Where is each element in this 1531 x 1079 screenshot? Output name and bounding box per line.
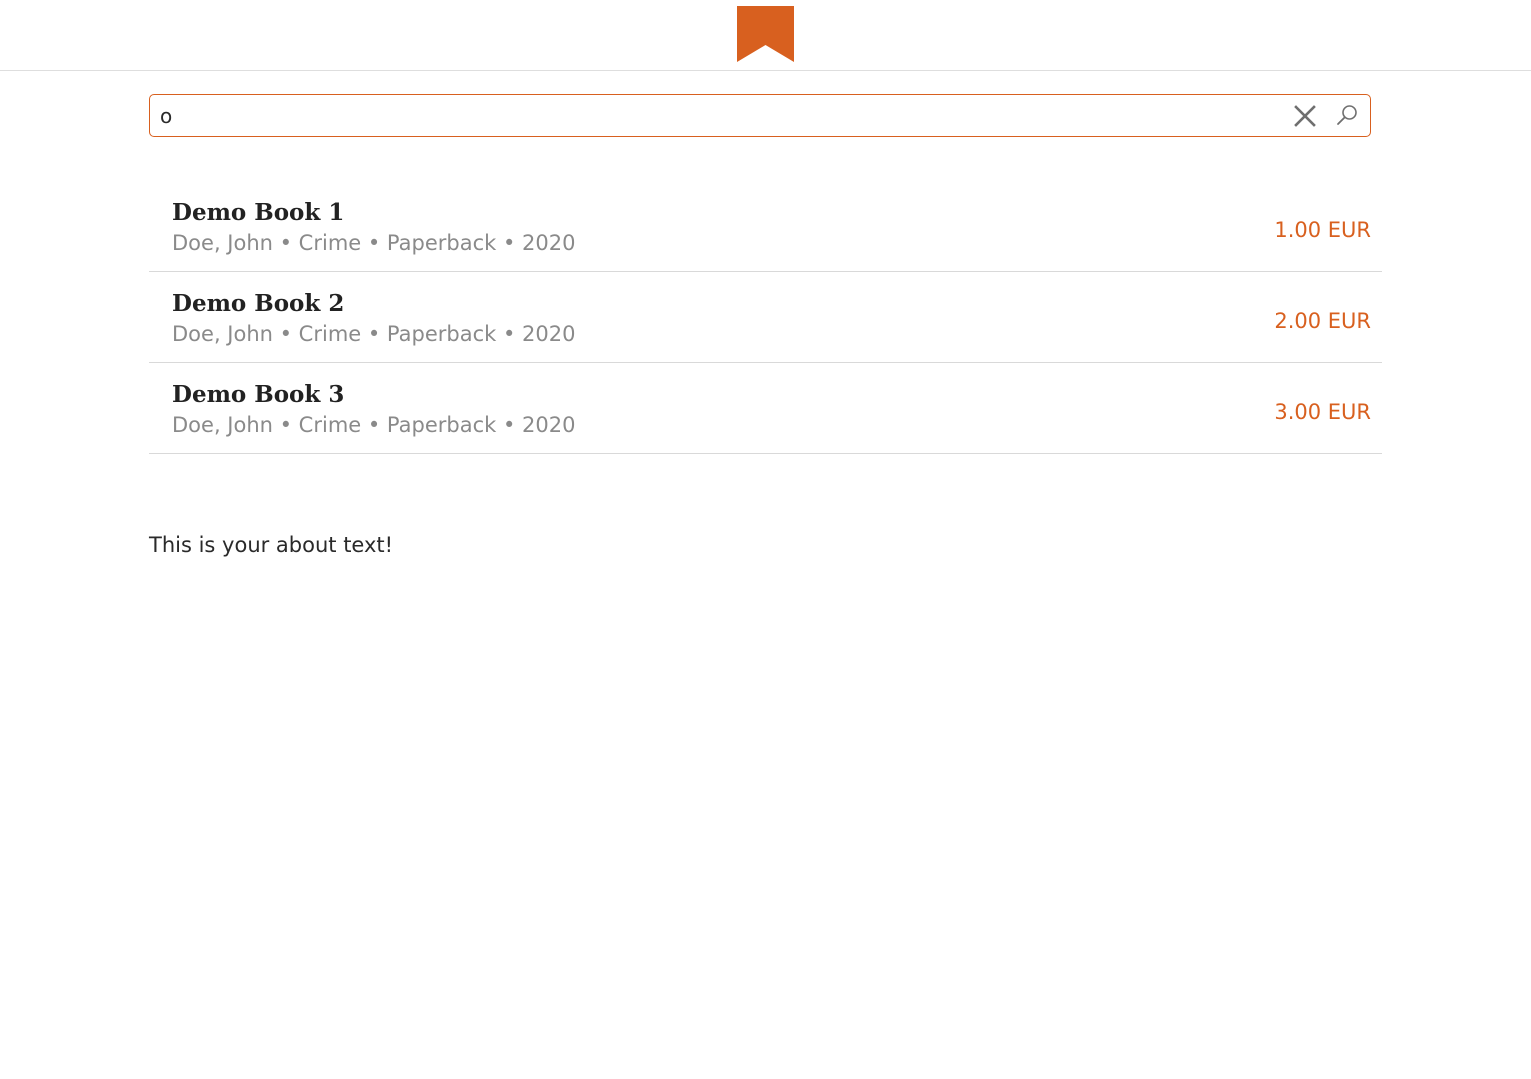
book-title[interactable]: Demo Book 1 xyxy=(172,199,344,226)
search-results-list: Demo Book 1 Doe, John • Crime • Paperbac… xyxy=(149,181,1382,454)
list-item[interactable]: Demo Book 1 Doe, John • Crime • Paperbac… xyxy=(149,181,1382,272)
about-text: This is your about text! xyxy=(149,533,394,557)
search-bar xyxy=(149,94,1371,137)
book-meta: Doe, John • Crime • Paperback • 2020 xyxy=(172,231,576,255)
book-meta: Doe, John • Crime • Paperback • 2020 xyxy=(172,322,576,346)
bookmark-icon[interactable] xyxy=(737,6,794,62)
book-price: 3.00 EUR xyxy=(1274,400,1371,424)
book-title[interactable]: Demo Book 3 xyxy=(172,381,344,408)
book-price: 2.00 EUR xyxy=(1274,309,1371,333)
site-header xyxy=(0,0,1531,71)
search-icon[interactable] xyxy=(1336,104,1358,126)
book-price: 1.00 EUR xyxy=(1274,218,1371,242)
list-item[interactable]: Demo Book 3 Doe, John • Crime • Paperbac… xyxy=(149,363,1382,454)
search-input[interactable] xyxy=(160,98,1270,133)
close-icon[interactable] xyxy=(1293,104,1317,128)
book-meta: Doe, John • Crime • Paperback • 2020 xyxy=(172,413,576,437)
list-item[interactable]: Demo Book 2 Doe, John • Crime • Paperbac… xyxy=(149,272,1382,363)
book-title[interactable]: Demo Book 2 xyxy=(172,290,344,317)
